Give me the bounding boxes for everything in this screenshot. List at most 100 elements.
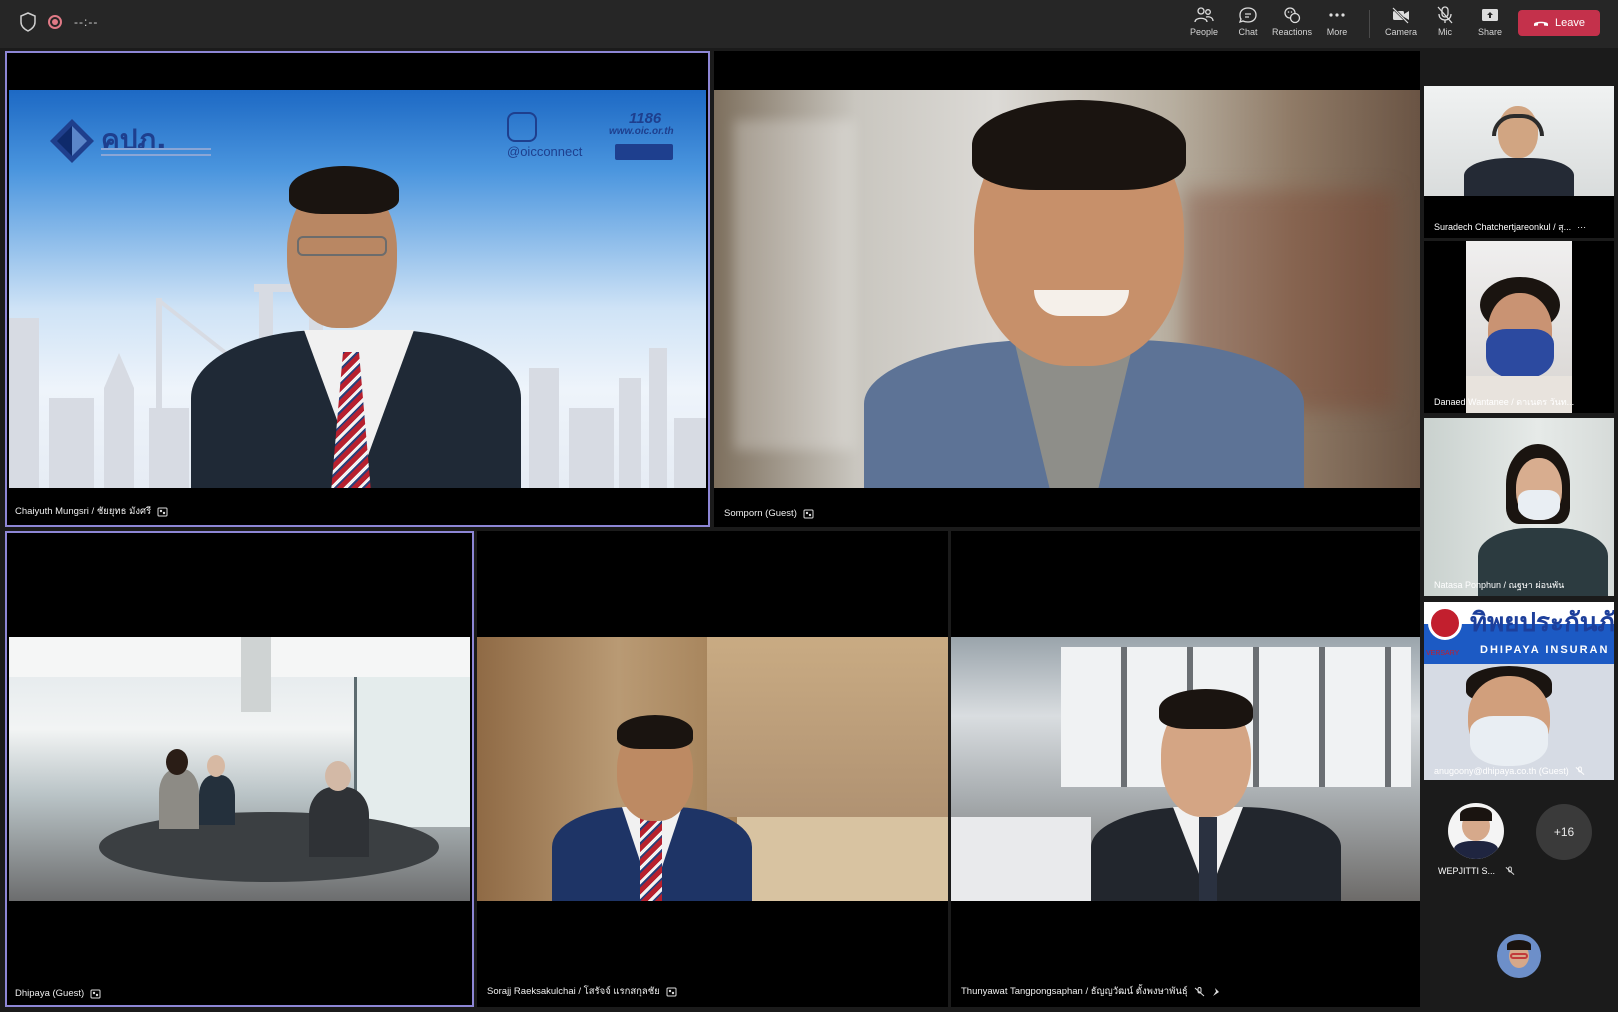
face-mask bbox=[1518, 490, 1560, 520]
overflow-participants-button[interactable]: +16 bbox=[1536, 804, 1592, 860]
reactions-label: Reactions bbox=[1271, 27, 1313, 37]
oic-badge bbox=[615, 144, 673, 160]
leave-button[interactable]: Leave bbox=[1518, 10, 1600, 36]
video-tile-thunyawat[interactable]: Thunyawat Tangpongsaphan / ธัญญวัฒน์ ตั้… bbox=[951, 531, 1420, 1007]
nameplate: Danaed Wantanee / ดาเนตร วันท... bbox=[1434, 395, 1574, 409]
paper-stack bbox=[951, 817, 1091, 901]
participant-avatar[interactable] bbox=[1448, 803, 1504, 859]
chat-label: Chat bbox=[1238, 27, 1258, 37]
gallery-tile-natasa[interactable]: Natasa Ponphun / ณฐษา ผ่อนพัน bbox=[1424, 418, 1614, 596]
person-hair bbox=[1159, 689, 1253, 729]
reactions-button[interactable]: Reactions bbox=[1268, 6, 1316, 42]
oic-hotline: 1186 bbox=[629, 110, 662, 127]
avatar-nameplate: WEPJITTI S... bbox=[1438, 866, 1515, 876]
video-feed bbox=[9, 637, 470, 901]
video-tile-somporn[interactable]: Somporn (Guest) bbox=[714, 51, 1420, 527]
logo-subtext-line bbox=[101, 148, 211, 150]
person-tie bbox=[640, 817, 662, 901]
virtual-background-oic: คปภ. @oicconnect 1186 www.oic.or.th bbox=[9, 90, 706, 488]
share-label: Share bbox=[1477, 27, 1503, 37]
pin-icon[interactable] bbox=[1211, 987, 1222, 997]
mic-off-icon bbox=[1505, 866, 1515, 875]
dhipaya-banner-sub: DHIPAYA INSURAN bbox=[1480, 644, 1610, 656]
attendee-head bbox=[166, 749, 188, 775]
dhipaya-banner-text: ทิพยประกันภั bbox=[1470, 608, 1614, 638]
video-feed bbox=[1466, 241, 1572, 413]
person-tie bbox=[1199, 817, 1217, 901]
chat-button[interactable]: Chat bbox=[1224, 6, 1272, 42]
mic-label: Mic bbox=[1438, 27, 1452, 37]
participant-name: WEPJITTI S... bbox=[1438, 866, 1496, 876]
gallery-tile-anugoony[interactable]: VERSARY ทิพยประกันภั DHIPAYA INSURAN anu… bbox=[1424, 602, 1614, 780]
video-tile-sorajj[interactable]: Sorajj Raeksakulchai / โสรัจจ์ แรกสกุลชั… bbox=[477, 531, 948, 1007]
reactions-icon bbox=[1284, 7, 1301, 24]
mic-button[interactable]: Mic bbox=[1421, 6, 1469, 42]
nameplate: Sorajj Raeksakulchai / โสรัจจ์ แรกสกุลชั… bbox=[487, 984, 677, 999]
dhipaya-logo-icon bbox=[1428, 606, 1462, 640]
shield-icon[interactable] bbox=[20, 12, 36, 32]
nameplate: Suradech Chatchertjareonkul / สุ... ··· bbox=[1434, 220, 1586, 234]
mic-off-icon bbox=[1575, 766, 1585, 775]
person-glasses bbox=[297, 236, 387, 256]
glass-wall bbox=[354, 677, 470, 827]
participant-status-icon bbox=[666, 987, 677, 996]
video-tile-chaiyuth[interactable]: คปภ. @oicconnect 1186 www.oic.or.th Chai… bbox=[5, 51, 710, 527]
people-label: People bbox=[1189, 27, 1219, 37]
leave-label: Leave bbox=[1555, 17, 1585, 29]
attendee bbox=[199, 775, 235, 825]
video-tile-dhipaya[interactable]: Dhipaya (Guest) bbox=[5, 531, 474, 1007]
logo-subtext-line bbox=[101, 154, 211, 156]
avatar-hair bbox=[1460, 807, 1492, 821]
participant-name: Suradech Chatchertjareonkul / สุ... bbox=[1434, 222, 1572, 232]
video-feed bbox=[477, 637, 948, 901]
participant-name: Somporn (Guest) bbox=[724, 508, 797, 519]
face-mask bbox=[1470, 716, 1548, 766]
self-view-avatar[interactable] bbox=[1497, 934, 1541, 978]
gallery-tile-suradech[interactable]: Suradech Chatchertjareonkul / สุ... ··· bbox=[1424, 86, 1614, 238]
camera-off-icon bbox=[1392, 7, 1409, 24]
people-icon bbox=[1194, 7, 1214, 23]
video-feed bbox=[1424, 86, 1614, 196]
video-feed bbox=[1424, 418, 1614, 596]
chat-icon bbox=[1238, 7, 1257, 24]
ceiling-light bbox=[241, 637, 271, 712]
video-feed bbox=[951, 637, 1420, 901]
oic-logo-icon bbox=[50, 119, 94, 163]
more-button[interactable]: More bbox=[1313, 6, 1361, 42]
share-button[interactable]: Share bbox=[1466, 6, 1514, 42]
attendee-head bbox=[325, 761, 351, 791]
face-mask bbox=[1486, 329, 1554, 379]
people-button[interactable]: People bbox=[1180, 6, 1228, 42]
nameplate: Thunyawat Tangpongsaphan / ธัญญวัฒน์ ตั้… bbox=[961, 984, 1222, 999]
video-feed bbox=[714, 90, 1420, 488]
nameplate: Natasa Ponphun / ณฐษา ผ่อนพัน bbox=[1434, 578, 1564, 592]
toolbar-left: --:-- bbox=[20, 12, 98, 32]
oicconnect-brand: @oicconnect bbox=[507, 144, 583, 159]
gallery-tile-danaed[interactable]: Danaed Wantanee / ดาเนตร วันท... bbox=[1424, 241, 1614, 413]
more-options-icon[interactable]: ··· bbox=[1577, 222, 1586, 232]
participant-name: Sorajj Raeksakulchai / โสรัจจ์ แรกสกุลชั… bbox=[487, 986, 660, 997]
person-suit bbox=[1464, 158, 1574, 196]
avatar-hair bbox=[1507, 940, 1531, 950]
blurred-shelf bbox=[734, 120, 854, 450]
participant-name: Dhipaya (Guest) bbox=[15, 988, 85, 999]
participant-name: Thunyawat Tangpongsaphan / ธัญญวัฒน์ ตั้… bbox=[961, 986, 1188, 997]
participant-name: anugoony@dhipaya.co.th (Guest) bbox=[1434, 766, 1569, 776]
wood-cabinet bbox=[707, 637, 948, 817]
attendee bbox=[159, 769, 199, 829]
nameplate: Dhipaya (Guest) bbox=[15, 988, 101, 999]
share-icon bbox=[1482, 9, 1498, 21]
avatar-glasses bbox=[1510, 953, 1528, 959]
anniversary-text: VERSARY bbox=[1426, 650, 1460, 657]
meeting-toolbar: --:-- People Chat Reactions More Camera … bbox=[0, 0, 1618, 48]
meeting-table bbox=[99, 812, 439, 882]
oicconnect-icon bbox=[507, 112, 537, 142]
meeting-timer: --:-- bbox=[74, 15, 99, 29]
participant-name: Natasa Ponphun / ณฐษา ผ่อนพัน bbox=[1434, 580, 1565, 590]
toolbar-divider bbox=[1369, 10, 1370, 38]
participant-name: Danaed Wantanee / ดาเนตร วันท... bbox=[1434, 397, 1575, 407]
camera-button[interactable]: Camera bbox=[1377, 6, 1425, 42]
teams-meeting-window: --:-- People Chat Reactions More Camera … bbox=[0, 0, 1618, 1012]
participant-status-icon bbox=[90, 989, 101, 998]
mic-off-icon bbox=[1194, 986, 1204, 996]
